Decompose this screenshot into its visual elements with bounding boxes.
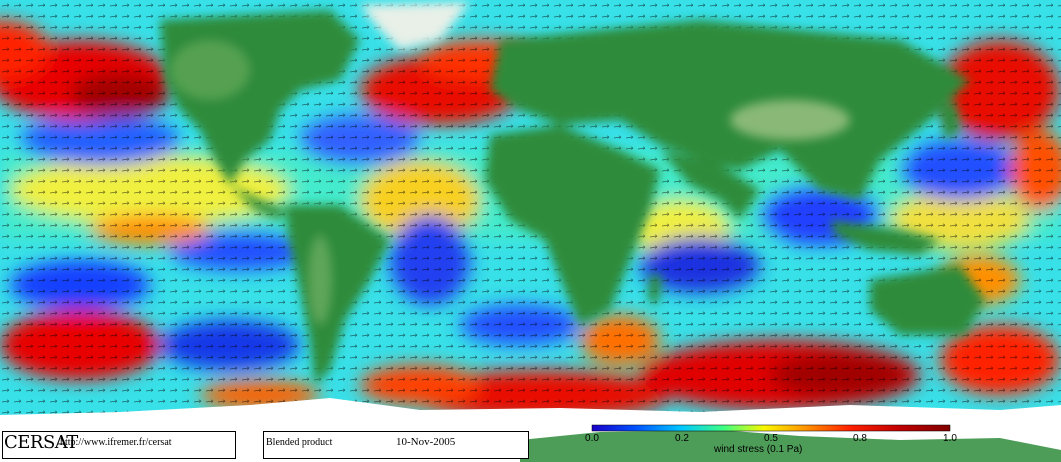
product-label: Blended product — [266, 437, 333, 448]
colorbar-tick: 0.2 — [675, 433, 689, 444]
colorbar-tick: 0.8 — [853, 433, 867, 444]
wind-stress-map: CERSAT http://www.ifremer.fr/cersat Blen… — [0, 0, 1061, 462]
colorbar-title: wind stress (0.1 Pa) — [714, 444, 803, 455]
date-label: 10-Nov-2005 — [396, 436, 456, 448]
world-map-canvas — [0, 0, 1061, 462]
colorbar-tick: 0.5 — [764, 433, 778, 444]
colorbar-ramp — [592, 425, 950, 431]
colorbar-tick: 1.0 — [943, 433, 957, 444]
cersat-url-link[interactable]: http://www.ifremer.fr/cersat — [60, 437, 172, 448]
colorbar-tick: 0.0 — [585, 433, 599, 444]
